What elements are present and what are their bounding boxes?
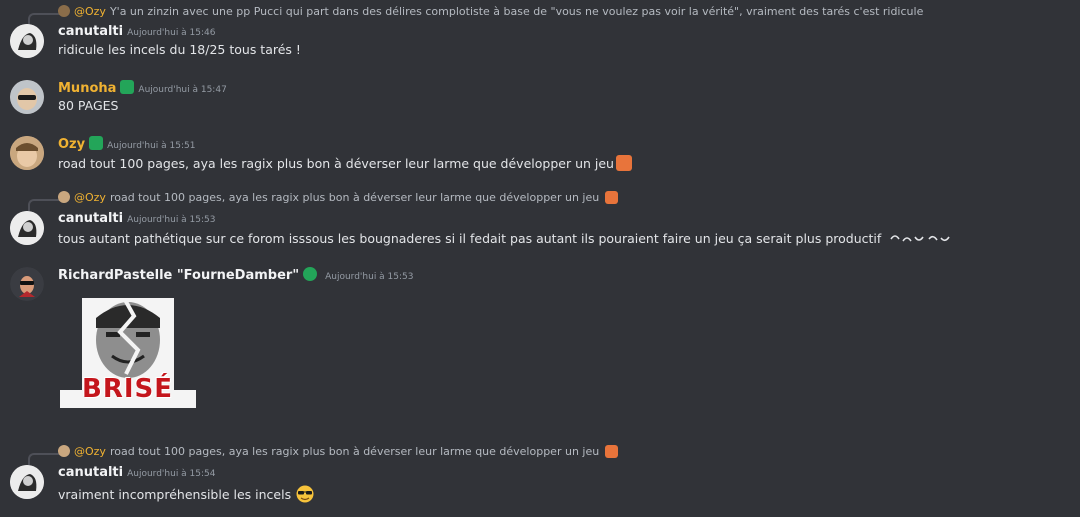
server-badge-icon bbox=[120, 80, 135, 94]
message-content: vraiment incompréhensible les incels bbox=[58, 485, 315, 503]
avatar[interactable] bbox=[10, 80, 44, 114]
message-text: tous autant pathétique sur ce forom isss… bbox=[58, 231, 882, 246]
custom-emoji-icon bbox=[890, 235, 950, 242]
message-content: road tout 100 pages, aya les ragix plus … bbox=[58, 155, 632, 171]
reply-preview[interactable]: @Ozy road tout 100 pages, aya les ragix … bbox=[58, 190, 619, 204]
message-author[interactable]: canutalti Aujourd'hui à 15:46 bbox=[58, 24, 216, 39]
server-badge-icon bbox=[89, 136, 104, 150]
message-author[interactable]: canutalti Aujourd'hui à 15:53 bbox=[58, 211, 216, 226]
author-name[interactable]: canutalti bbox=[58, 211, 123, 226]
reply-text: Y'a un zinzin avec une pp Pucci qui part… bbox=[109, 4, 924, 18]
reply-preview[interactable]: @Ozy Y'a un zinzin avec une pp Pucci qui… bbox=[58, 4, 923, 18]
author-name[interactable]: Munoha bbox=[58, 81, 116, 96]
avatar-richardpastelle-icon bbox=[10, 267, 44, 301]
reply-spine bbox=[28, 13, 60, 25]
avatar[interactable] bbox=[10, 136, 44, 170]
avatar[interactable] bbox=[10, 267, 44, 301]
avatar-canutalti-icon bbox=[10, 465, 44, 499]
author-name[interactable]: RichardPastelle "FourneDamber" bbox=[58, 268, 299, 283]
fire-emoji-icon bbox=[605, 190, 619, 204]
fire-emoji-icon bbox=[605, 444, 619, 458]
reply-preview[interactable]: @Ozy road tout 100 pages, aya les ragix … bbox=[58, 444, 619, 458]
reply-text: road tout 100 pages, aya les ragix plus … bbox=[109, 190, 600, 204]
reply-mention[interactable]: @Ozy bbox=[74, 445, 106, 458]
message-content: 80 PAGES bbox=[58, 98, 119, 113]
reply-text: road tout 100 pages, aya les ragix plus … bbox=[109, 444, 600, 458]
reply-avatar-icon bbox=[58, 5, 70, 17]
reply-spine bbox=[28, 199, 60, 211]
reply-avatar-icon bbox=[58, 445, 70, 457]
reply-mention[interactable]: @Ozy bbox=[74, 191, 106, 204]
reply-avatar-icon bbox=[58, 191, 70, 203]
message-author[interactable]: Munoha Aujourd'hui à 15:47 bbox=[58, 80, 227, 96]
avatar-canutalti-icon bbox=[10, 24, 44, 58]
message-text: road tout 100 pages, aya les ragix plus … bbox=[58, 156, 614, 171]
author-name[interactable]: Ozy bbox=[58, 137, 85, 152]
meme-image[interactable]: BRISÉ bbox=[60, 298, 196, 408]
fire-emoji-icon bbox=[615, 155, 632, 171]
avatar[interactable] bbox=[10, 465, 44, 499]
timestamp: Aujourd'hui à 15:46 bbox=[127, 28, 216, 38]
message-author[interactable]: Ozy Aujourd'hui à 15:51 bbox=[58, 136, 195, 152]
avatar-munoha-icon bbox=[10, 80, 44, 114]
message-content: tous autant pathétique sur ce forom isss… bbox=[58, 231, 951, 246]
timestamp: Aujourd'hui à 15:54 bbox=[127, 469, 216, 479]
message-content: ridicule les incels du 18/25 tous tarés … bbox=[58, 42, 301, 57]
timestamp: Aujourd'hui à 15:51 bbox=[107, 141, 196, 151]
message-author[interactable]: RichardPastelle "FourneDamber" Aujourd'hu… bbox=[58, 267, 414, 283]
reply-spine bbox=[28, 453, 60, 465]
timestamp: Aujourd'hui à 15:47 bbox=[138, 85, 227, 95]
message-author[interactable]: canutalti Aujourd'hui à 15:54 bbox=[58, 465, 216, 480]
timestamp: Aujourd'hui à 15:53 bbox=[127, 215, 216, 225]
timestamp: Aujourd'hui à 15:53 bbox=[325, 272, 414, 282]
message-text: vraiment incompréhensible les incels bbox=[58, 487, 292, 502]
meme-caption: BRISÉ bbox=[82, 374, 173, 404]
author-name[interactable]: canutalti bbox=[58, 465, 123, 480]
reply-mention[interactable]: @Ozy bbox=[74, 5, 106, 18]
author-name[interactable]: canutalti bbox=[58, 24, 123, 39]
nitro-badge-icon bbox=[303, 267, 318, 281]
avatar-canutalti-icon bbox=[10, 211, 44, 245]
sunglasses-emoji-icon bbox=[296, 485, 314, 503]
avatar[interactable] bbox=[10, 211, 44, 245]
avatar[interactable] bbox=[10, 24, 44, 58]
avatar-ozy-icon bbox=[10, 136, 44, 170]
